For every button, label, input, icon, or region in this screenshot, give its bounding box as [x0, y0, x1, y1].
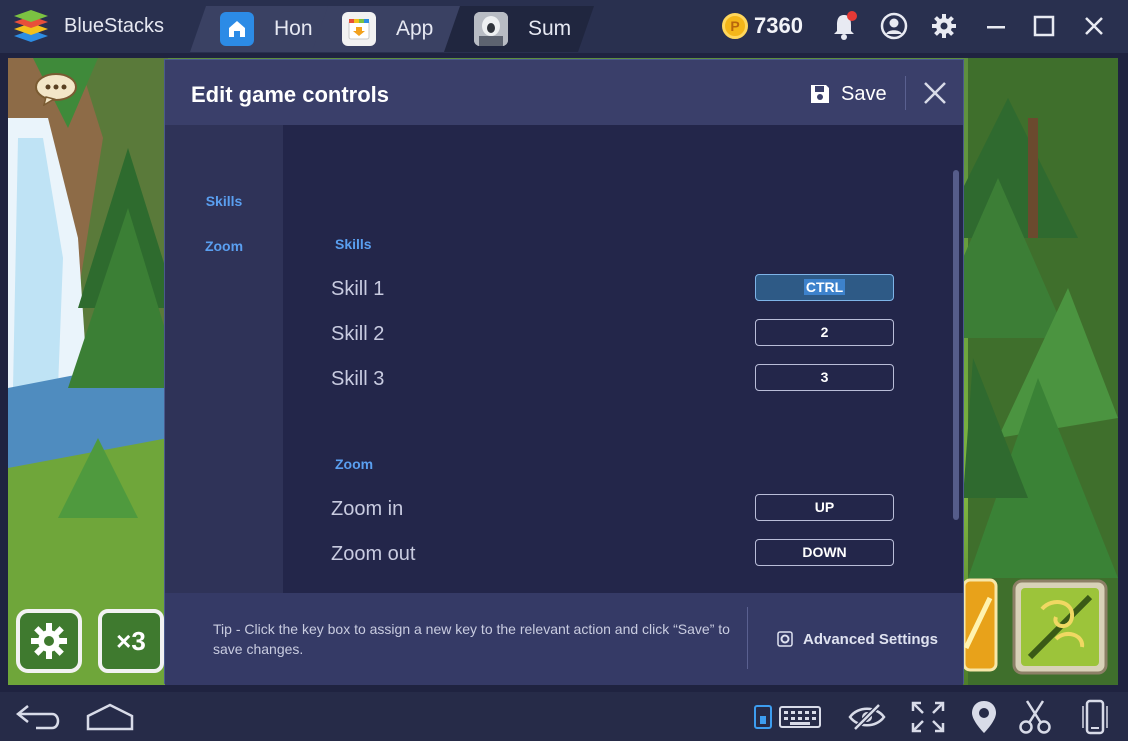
control-label: Zoom out [331, 543, 416, 565]
minimize-icon[interactable] [980, 10, 1012, 42]
key-box-zoom-in[interactable]: UP [755, 494, 894, 521]
eye-hidden-icon[interactable] [848, 702, 886, 732]
tip-text: Tip - Click the key box to assign a new … [213, 621, 730, 657]
close-icon[interactable] [1078, 10, 1110, 42]
control-label: Zoom in [331, 498, 404, 520]
key-box-zoom-out[interactable]: DOWN [755, 539, 894, 566]
tab-home[interactable]: Hon [190, 6, 330, 52]
gear-icon[interactable] [928, 10, 960, 42]
game-icon [474, 12, 508, 46]
game-settings-icon[interactable] [16, 609, 82, 673]
account-icon[interactable] [878, 10, 910, 42]
section-title-skills: Skills [335, 236, 372, 252]
skill-slot-partial-icon[interactable] [962, 578, 998, 672]
advanced-settings-button[interactable]: Advanced Settings [777, 629, 938, 649]
save-label: Save [841, 82, 887, 105]
save-icon [809, 83, 831, 105]
control-label: Skill 1 [331, 278, 385, 300]
advanced-settings-icon [777, 631, 793, 647]
save-button[interactable]: Save [809, 80, 887, 108]
scissors-icon[interactable] [1018, 699, 1052, 735]
location-pin-icon[interactable] [970, 699, 998, 735]
title-bar: BlueStacks Hon App Sum P 7360 [0, 0, 1128, 53]
header-divider [905, 76, 906, 110]
brand: BlueStacks [12, 10, 164, 42]
control-label: Skill 2 [331, 323, 385, 345]
edit-game-controls-dialog: Edit game controls Save Skills Zoom Skil… [164, 59, 964, 685]
phone-rotate-icon[interactable] [1080, 698, 1110, 736]
app-center-icon [342, 12, 376, 46]
tab-label: Sum [528, 17, 572, 40]
dialog-header: Edit game controls Save [165, 60, 963, 125]
keyboard-controls-icon[interactable] [752, 702, 822, 732]
back-icon[interactable] [14, 702, 64, 732]
key-value: CTRL [803, 279, 846, 295]
home-icon [220, 12, 254, 46]
scrollbar-thumb[interactable] [953, 170, 959, 520]
app-name: BlueStacks [64, 14, 165, 37]
key-box-skill-3[interactable]: 3 [755, 364, 894, 391]
coin-icon: P [722, 13, 748, 39]
chat-icon[interactable] [34, 72, 78, 107]
fullscreen-icon[interactable] [910, 700, 946, 734]
control-label: Skill 3 [331, 368, 385, 390]
bell-icon[interactable] [828, 10, 860, 42]
coin-balance: 7360 [754, 13, 803, 38]
bluestacks-logo-icon [12, 10, 50, 42]
tab-label: Hon [274, 17, 313, 40]
key-box-skill-2[interactable]: 2 [755, 319, 894, 346]
dialog-title: Edit game controls [191, 82, 390, 107]
footer-divider [747, 607, 748, 669]
section-nav: Skills Zoom [165, 125, 283, 593]
section-title-zoom: Zoom [335, 456, 374, 472]
skill-slot-icon[interactable] [1012, 579, 1108, 675]
tab-game[interactable]: Sum [444, 6, 594, 52]
dialog-close-icon[interactable] [922, 80, 948, 106]
tab-app-center[interactable]: App [312, 6, 462, 52]
tab-label: App [396, 17, 434, 40]
speed-multiplier-button[interactable]: ×3 [98, 609, 164, 673]
bottom-toolbar [0, 692, 1128, 741]
advanced-settings-label: Advanced Settings [803, 630, 939, 648]
controls-list[interactable]: Skills Skill 1 CTRL Skill 2 2 Skill 3 3 … [283, 125, 963, 593]
nav-item-skills[interactable]: Skills [165, 193, 283, 209]
maximize-icon[interactable] [1028, 10, 1060, 42]
nav-item-zoom[interactable]: Zoom [165, 238, 283, 254]
home-icon[interactable] [86, 702, 134, 732]
key-box-skill-1[interactable]: CTRL [755, 274, 894, 301]
dialog-footer: Tip - Click the key box to assign a new … [165, 593, 963, 685]
